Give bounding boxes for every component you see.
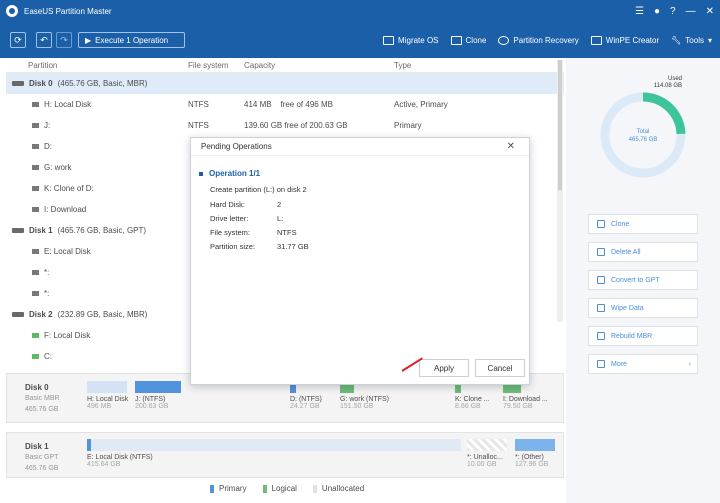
execute-label: Execute 1 Operation [95,35,169,45]
wipe-data-button[interactable]: Wipe Data [588,298,698,318]
clone-icon [450,35,462,45]
total-label: Total [636,129,650,135]
chevron-down-icon: ▾ [707,35,712,45]
operation-bullet-icon [199,171,203,176]
app-title: EaseUS Partition Master [24,6,112,16]
pending-operations-dialog: Pending Operations ✕ Operation 1/1 Creat… [190,137,530,385]
close-button[interactable]: ✕ [706,6,714,17]
refresh-icon: ⟳ [14,34,22,45]
migrate-icon [383,35,395,45]
operation-description: Create partition (L:) on disk 2 [210,185,307,194]
redo-icon: ↷ [60,34,68,45]
more-button[interactable]: More › [588,354,698,374]
toolbar: ⟳ ↶ ↷ ▶ Execute 1 Operation Migrate OS C… [0,22,720,58]
operation-title: Operation 1/1 [209,169,261,178]
rebuild-mbr-button[interactable]: Rebuild MBR [588,326,698,346]
trash-icon [597,248,605,256]
help-icon[interactable]: ? [670,6,676,17]
clone-button[interactable]: Clone [450,35,486,45]
migrate-os-button[interactable]: Migrate OS [383,35,439,45]
tools-button[interactable]: 🔧︎ Tools ▾ [671,36,712,45]
detail-drive-letter: Drive letter: L: [210,214,284,223]
detail-hard-disk: Hard Disk: 2 [210,200,282,209]
undo-button[interactable]: ↶ [36,32,52,48]
total-value: 465.76 GB [628,137,658,143]
menu-icon[interactable]: ☰ [635,6,644,17]
clone-disk-button[interactable]: Clone [588,214,698,234]
apply-button[interactable]: Apply [419,359,469,377]
dialog-title: Pending Operations [201,142,272,151]
right-sidebar: Used 114.08 GB Total 465.76 GB Clone Del… [566,58,720,503]
winpe-creator-button[interactable]: WinPE Creator [590,35,659,45]
convert-to-gpt-button[interactable]: Convert to GPT [588,270,698,290]
title-bar: EaseUS Partition Master ☰ ● ? — ✕ [0,0,720,22]
feedback-icon[interactable]: ● [654,6,660,17]
windows-icon [590,35,602,45]
minimize-button[interactable]: — [686,6,696,17]
wipe-icon [597,304,605,312]
rebuild-icon [597,332,605,340]
convert-icon [597,276,605,284]
app-logo-icon [6,5,18,17]
clone-icon [597,220,605,228]
cancel-button[interactable]: Cancel [475,359,525,377]
partition-recovery-button[interactable]: Partition Recovery [498,35,579,45]
wrench-icon: 🔧︎ [671,35,682,45]
recovery-icon [498,35,510,45]
chevron-right-icon: › [688,360,691,368]
refresh-button[interactable]: ⟳ [10,32,26,48]
operation-item[interactable]: Operation 1/1 [199,169,260,178]
delete-all-button[interactable]: Delete All [588,242,698,262]
more-icon [597,360,605,368]
used-value: 114.08 GB [653,83,682,89]
used-label: Used [667,76,682,82]
detail-partition-size: Partition size: 31.77 GB [210,242,309,251]
play-icon: ▶ [85,35,92,45]
dialog-close-icon[interactable]: ✕ [507,141,515,152]
undo-icon: ↶ [40,34,48,45]
redo-button[interactable]: ↷ [56,32,72,48]
execute-operation-button[interactable]: ▶ Execute 1 Operation [78,32,186,48]
detail-file-system: File system: NTFS [210,228,297,237]
